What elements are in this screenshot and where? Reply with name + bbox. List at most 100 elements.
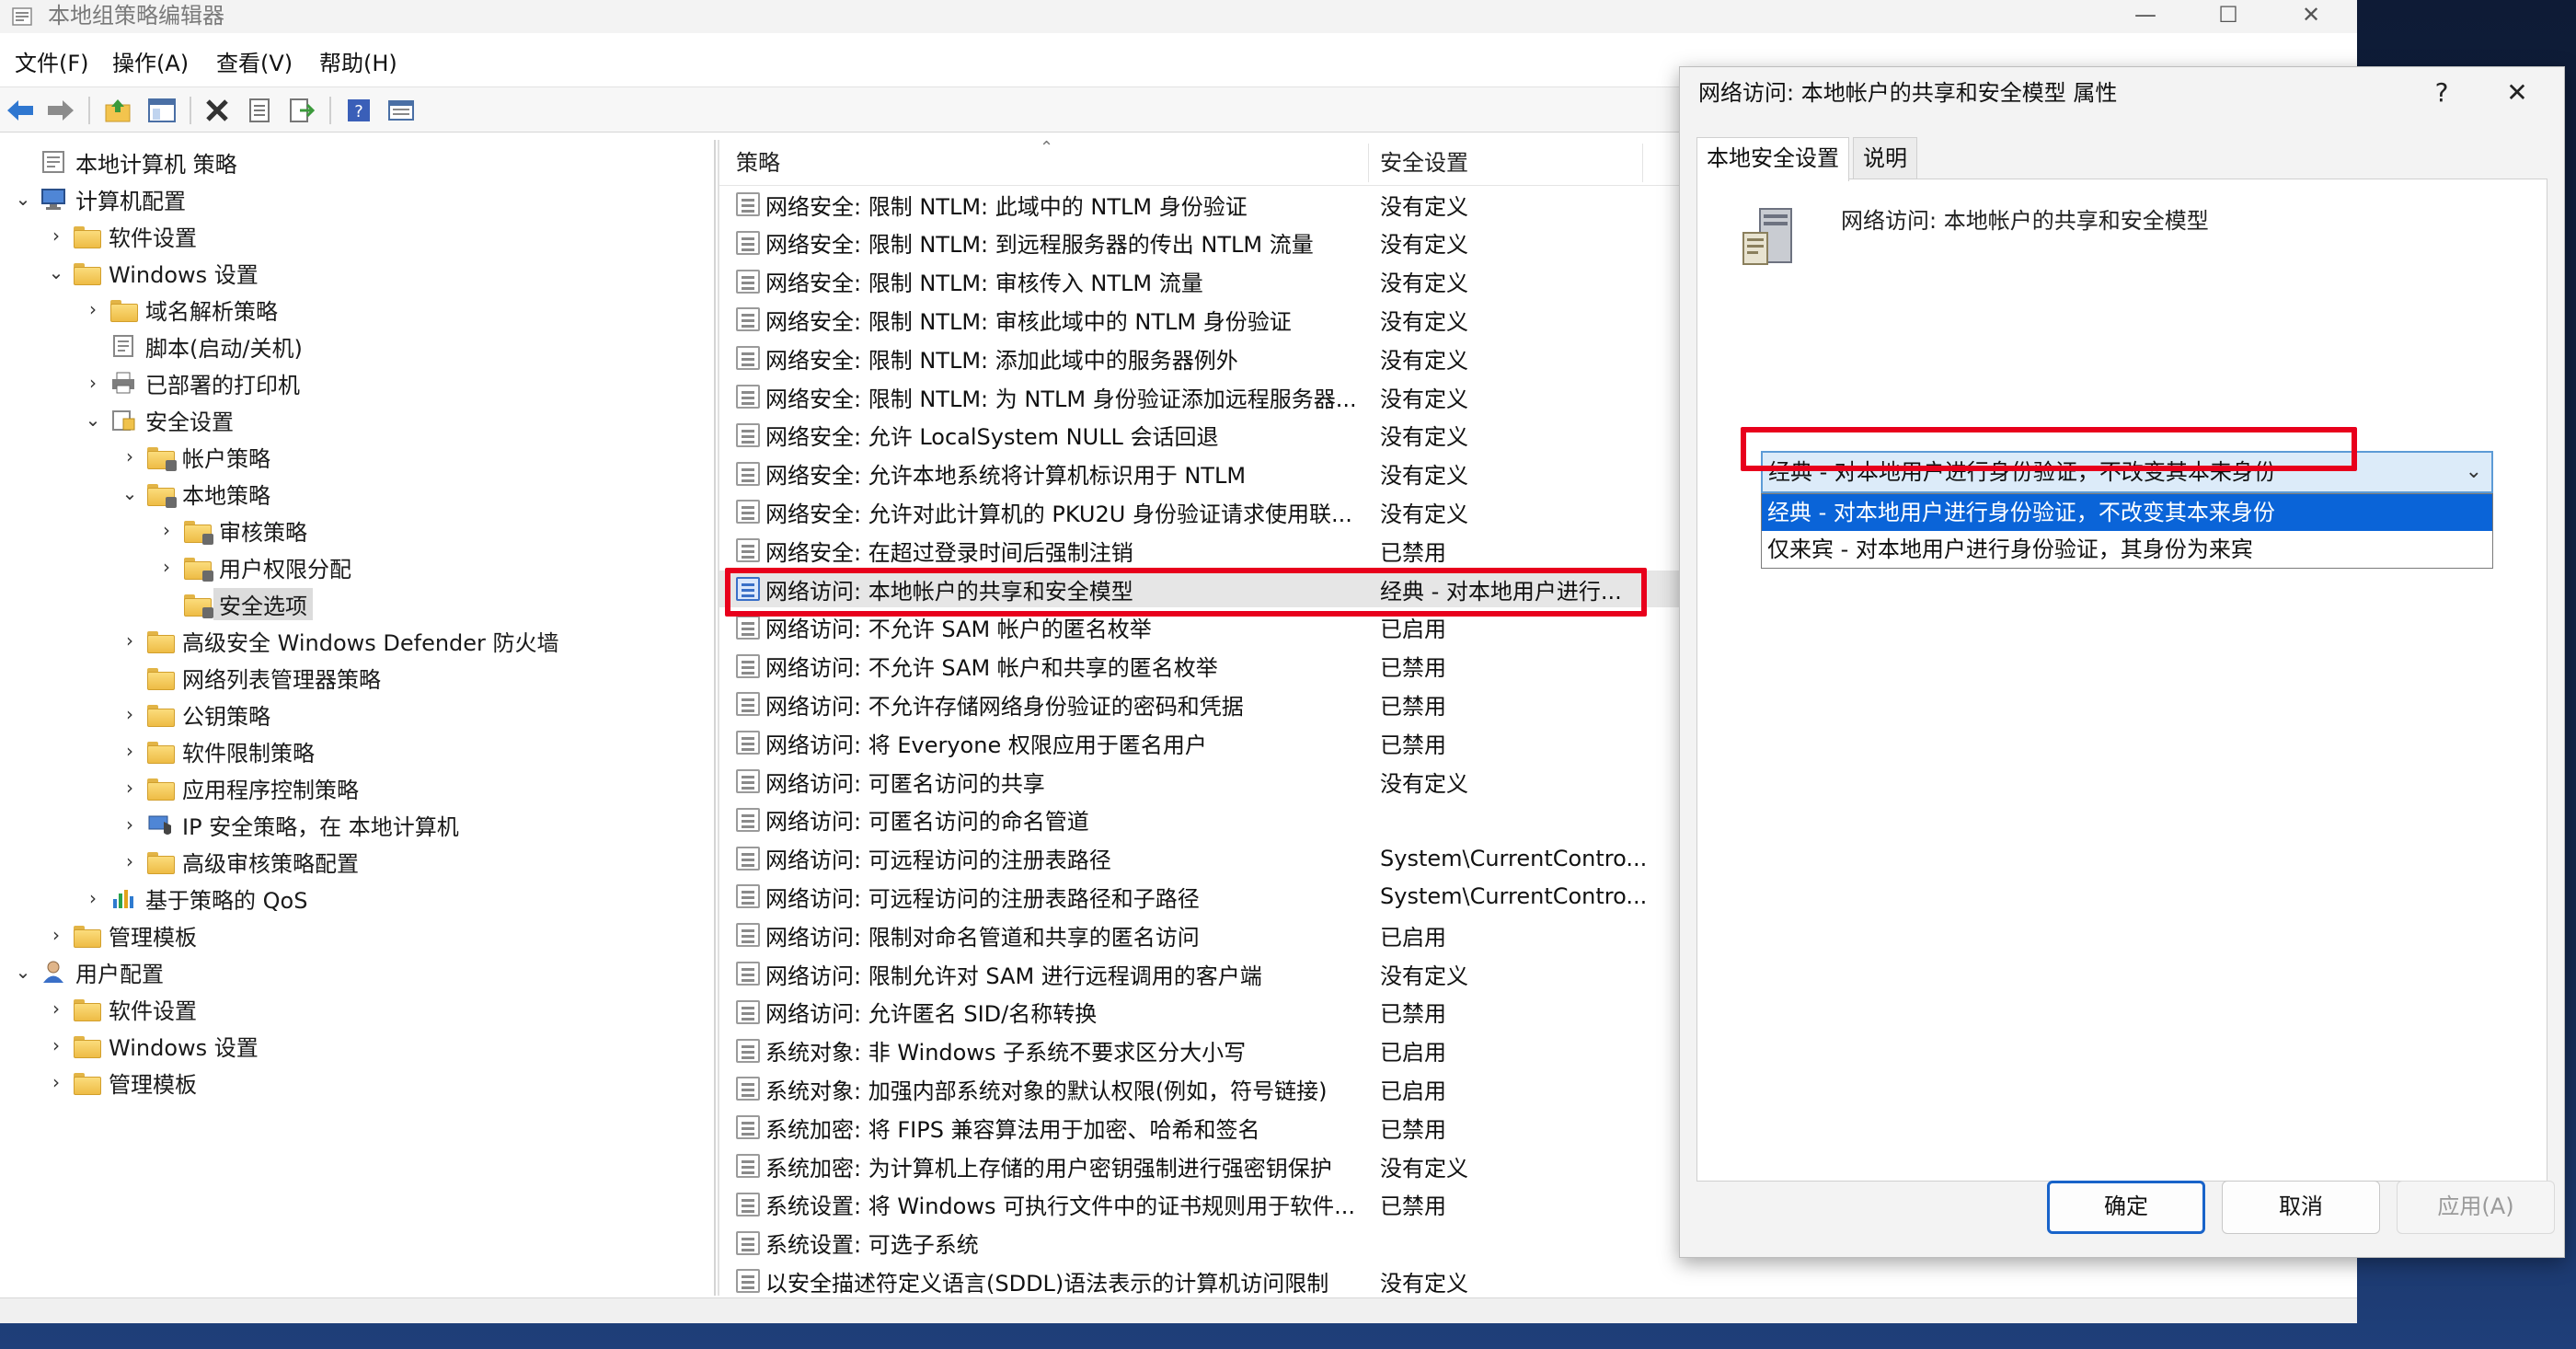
chevron-right-icon[interactable]: › — [44, 224, 68, 248]
tree-item[interactable]: › 用户权限分配 — [155, 548, 351, 585]
up-folder-icon[interactable] — [101, 95, 134, 126]
chevron-down-icon[interactable]: ⌄ — [118, 481, 142, 505]
tree-item[interactable]: › 软件设置 — [44, 990, 197, 1027]
policy-row[interactable]: 网络安全: 限制 NTLM: 审核此域中的 NTLM 身份验证 没有定义 — [719, 301, 1684, 338]
tree-item[interactable]: ›网络列表管理器策略 — [118, 659, 381, 696]
tree-item[interactable]: › 域名解析策略 — [81, 291, 278, 328]
chevron-right-icon[interactable]: › — [118, 849, 142, 873]
chevron-right-icon[interactable]: › — [81, 886, 105, 910]
tree-item[interactable]: › 软件设置 — [44, 217, 197, 254]
chevron-right-icon[interactable]: › — [44, 997, 68, 1020]
chevron-right-icon[interactable]: › — [118, 444, 142, 468]
policy-row[interactable]: 网络安全: 限制 NTLM: 为 NTLM 身份验证添加远程服务器... 没有定义 — [719, 378, 1684, 415]
minimize-button[interactable]: — — [2109, 0, 2182, 33]
policy-row[interactable]: 系统设置: 将 Windows 可执行文件中的证书规则用于软件... 已禁用 — [719, 1186, 1684, 1223]
policy-row[interactable]: 网络安全: 限制 NTLM: 审核传入 NTLM 流量 没有定义 — [719, 263, 1684, 300]
chevron-right-icon[interactable]: › — [44, 1070, 68, 1094]
policy-row[interactable]: 网络访问: 允许匿名 SID/名称转换 已禁用 — [719, 994, 1684, 1031]
chevron-right-icon[interactable]: › — [118, 628, 142, 652]
menu-help[interactable]: 帮助(H) — [319, 48, 397, 79]
tree-item[interactable]: › 审核策略 — [155, 512, 307, 548]
policy-row[interactable]: 系统设置: 可选子系统 — [719, 1225, 1684, 1262]
tree-item[interactable]: ⌄ 用户配置 — [11, 953, 164, 990]
tree-pane[interactable]: ›本地计算机 策略⌄计算机配置›软件设置⌄Windows 设置›域名解析策略›脚… — [0, 140, 716, 1296]
dialog-close-button[interactable]: ✕ — [2490, 73, 2545, 113]
tree-item[interactable]: ›本地计算机 策略 — [11, 144, 237, 180]
menu-view[interactable]: 查看(V) — [216, 48, 293, 79]
policy-row[interactable]: 网络访问: 不允许 SAM 帐户和共享的匿名枚举 已禁用 — [719, 648, 1684, 685]
policy-row[interactable]: 网络访问: 将 Everyone 权限应用于匿名用户 已禁用 — [719, 724, 1684, 761]
back-icon[interactable] — [4, 95, 37, 126]
policy-row[interactable]: 系统对象: 非 Windows 子系统不要求区分大小写 已启用 — [719, 1032, 1684, 1069]
properties-icon[interactable] — [243, 95, 276, 126]
option-classic[interactable]: 经典 - 对本地用户进行身份验证，不改变其本来身份 — [1762, 494, 2492, 531]
tree-item[interactable]: › 软件限制策略 — [118, 732, 315, 769]
policy-row[interactable]: 网络安全: 在超过登录时间后强制注销 已禁用 — [719, 532, 1684, 569]
show-hide-tree-icon[interactable] — [145, 95, 178, 126]
tree-item[interactable]: ›脚本(启动/关机) — [81, 328, 303, 364]
policy-row[interactable]: 网络安全: 限制 NTLM: 添加此域中的服务器例外 没有定义 — [719, 340, 1684, 376]
column-header-policy[interactable]: 策略 — [736, 147, 780, 179]
chevron-right-icon[interactable]: › — [118, 739, 142, 763]
cancel-button[interactable]: 取消 — [2222, 1181, 2380, 1234]
option-guest-only[interactable]: 仅来宾 - 对本地用户进行身份验证，其身份为来宾 — [1762, 531, 2492, 568]
tree-item[interactable]: ⌄ 计算机配置 — [11, 180, 186, 217]
chevron-down-icon[interactable]: ⌄ — [44, 260, 68, 284]
tree-item[interactable]: ›安全选项 — [155, 585, 313, 622]
chevron-right-icon[interactable]: › — [118, 813, 142, 836]
view-icon[interactable] — [385, 95, 418, 126]
forward-icon[interactable] — [44, 95, 77, 126]
tree-item[interactable]: › 帐户策略 — [118, 438, 270, 475]
chevron-right-icon[interactable]: › — [155, 555, 178, 579]
tree-item[interactable]: › IP 安全策略，在 本地计算机 — [118, 806, 459, 843]
policy-row[interactable]: 网络访问: 不允许存储网络身份验证的密码和凭据 已禁用 — [719, 686, 1684, 722]
policy-row[interactable]: 网络安全: 限制 NTLM: 此域中的 NTLM 身份验证 没有定义 — [719, 186, 1684, 223]
policy-row[interactable]: 以安全描述符定义语言(SDDL)语法表示的计算机访问限制 没有定义 — [719, 1263, 1684, 1296]
policy-row[interactable]: 网络访问: 可匿名访问的命名管道 — [719, 801, 1684, 838]
tree-item[interactable]: › 管理模板 — [44, 917, 197, 953]
policy-row[interactable]: 网络安全: 允许本地系统将计算机标识用于 NTLM 没有定义 — [719, 455, 1684, 492]
tree-item[interactable]: › 高级审核策略配置 — [118, 843, 359, 880]
tree-item[interactable]: › 公钥策略 — [118, 696, 270, 732]
dialog-help-button[interactable]: ? — [2414, 73, 2469, 113]
policy-row[interactable]: 网络安全: 允许对此计算机的 PKU2U 身份验证请求使用联... 没有定义 — [719, 493, 1684, 530]
close-button[interactable]: ✕ — [2274, 0, 2348, 33]
ok-button[interactable]: 确定 — [2047, 1181, 2205, 1234]
menu-action[interactable]: 操作(A) — [112, 48, 189, 79]
policy-row[interactable]: 网络访问: 可远程访问的注册表路径和子路径 System\CurrentContr… — [719, 878, 1684, 915]
policy-row[interactable]: 系统对象: 加强内部系统对象的默认权限(例如，符号链接) 已启用 — [719, 1070, 1684, 1107]
tree-item[interactable]: › 基于策略的 QoS — [81, 880, 307, 917]
policy-row[interactable]: 网络访问: 限制允许对 SAM 进行远程调用的客户端 没有定义 — [719, 955, 1684, 992]
chevron-down-icon[interactable]: ⌄ — [2466, 453, 2482, 491]
tree-item[interactable]: › 高级安全 Windows Defender 防火墙 — [118, 622, 559, 659]
chevron-right-icon[interactable]: › — [81, 371, 105, 395]
tree-item[interactable]: ⌄ 本地策略 — [118, 475, 270, 512]
chevron-right-icon[interactable]: › — [118, 702, 142, 726]
chevron-down-icon[interactable]: ⌄ — [11, 960, 35, 984]
chevron-right-icon[interactable]: › — [44, 1033, 68, 1057]
policy-row[interactable]: 网络访问: 限制对命名管道和共享的匿名访问 已启用 — [719, 917, 1684, 953]
policy-row[interactable]: 系统加密: 将 FIPS 兼容算法用于加密、哈希和签名 已禁用 — [719, 1109, 1684, 1146]
tab-explain[interactable]: 说明 — [1853, 137, 1917, 179]
chevron-right-icon[interactable]: › — [81, 297, 105, 321]
policy-row[interactable]: 网络访问: 可远程访问的注册表路径 System\CurrentContro... — [719, 840, 1684, 877]
tree-item[interactable]: › 已部署的打印机 — [81, 364, 300, 401]
menu-file[interactable]: 文件(F) — [15, 48, 89, 79]
chevron-down-icon[interactable]: ⌄ — [11, 187, 35, 211]
tree-item[interactable]: › 应用程序控制策略 — [118, 769, 359, 806]
column-header-setting[interactable]: 安全设置 — [1380, 147, 1468, 179]
chevron-right-icon[interactable]: › — [118, 776, 142, 800]
tab-local-security-setting[interactable]: 本地安全设置 — [1696, 137, 1849, 181]
tree-item[interactable]: › Windows 设置 — [44, 1027, 259, 1064]
tree-item[interactable]: ⌄ Windows 设置 — [44, 254, 259, 291]
delete-icon[interactable] — [201, 95, 234, 126]
maximize-button[interactable]: ☐ — [2191, 0, 2265, 33]
policy-row[interactable]: 网络访问: 可匿名访问的共享 没有定义 — [719, 763, 1684, 800]
apply-button[interactable]: 应用(A) — [2397, 1181, 2555, 1234]
chevron-right-icon[interactable]: › — [44, 923, 68, 947]
tree-item[interactable]: › 管理模板 — [44, 1064, 197, 1101]
policy-row[interactable]: 系统加密: 为计算机上存储的用户密钥强制进行强密钥保护 没有定义 — [719, 1147, 1684, 1184]
policy-row[interactable]: 网络安全: 允许 LocalSystem NULL 会话回退 没有定义 — [719, 417, 1684, 454]
chevron-right-icon[interactable]: › — [155, 518, 178, 542]
export-icon[interactable] — [285, 95, 318, 126]
